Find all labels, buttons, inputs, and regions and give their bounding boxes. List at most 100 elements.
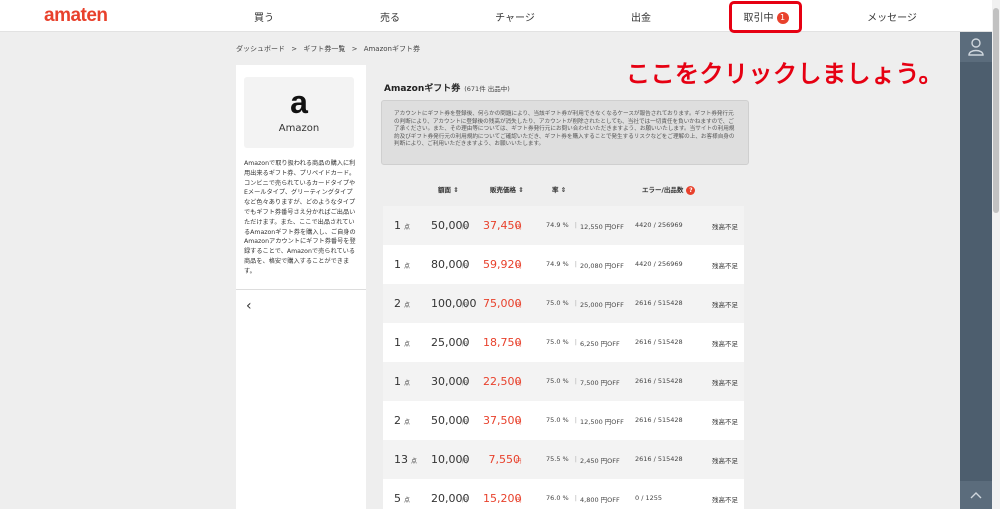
- discount: 2,450 円OFF: [580, 457, 620, 465]
- quantity-unit: 点: [404, 302, 411, 309]
- error-count: 2616 / 515428: [635, 299, 683, 307]
- highlight-box: [729, 1, 802, 33]
- sale-price: 37,500: [483, 414, 522, 427]
- quantity-unit: 点: [404, 497, 411, 504]
- rate: 74.9 % |: [546, 260, 577, 268]
- scrollbar[interactable]: [992, 0, 1000, 509]
- scrollbar-thumb[interactable]: [993, 8, 999, 213]
- error-count: 0 / 1255: [635, 494, 662, 502]
- quantity-value: 1: [394, 219, 401, 232]
- rate: 76.0 % |: [546, 494, 577, 502]
- rate: 75.0 % |: [546, 377, 577, 385]
- rate: 75.0 % |: [546, 416, 577, 424]
- rate-value: 75.0 %: [546, 377, 569, 385]
- status-text: 残高不足: [712, 301, 738, 309]
- product-info-panel: a Amazon Amazonで取り扱われる商品の購入に利用出来るギフト券、プリ…: [236, 65, 366, 509]
- quantity-value: 1: [394, 258, 401, 271]
- listing-row[interactable]: 2 点 50,000 円 37,500 円 75.0 % | 12,500 円OFF 2616 /…: [383, 401, 744, 440]
- breadcrumb-gift-list[interactable]: ギフト券一覧: [303, 45, 345, 53]
- error-count: 4420 / 256969: [635, 221, 683, 229]
- quantity: 1点: [394, 219, 410, 232]
- col-error-label: エラー/出品数: [642, 186, 684, 194]
- top-header: amaten 買う 売る チャージ 出金 取引中 1 メッセージ: [0, 0, 1000, 32]
- page-title-text: Amazonギフト券: [384, 84, 461, 94]
- quantity-unit: 点: [404, 263, 411, 270]
- sale-price: 15,200: [483, 492, 522, 505]
- quantity-value: 1: [394, 336, 401, 349]
- product-name: Amazon: [278, 123, 320, 134]
- quantity: 5点: [394, 492, 410, 505]
- nav-sell[interactable]: 売る: [340, 9, 440, 24]
- price-unit: 円: [516, 303, 522, 309]
- amaten-logo[interactable]: amaten: [44, 5, 108, 27]
- status-text: 残高不足: [712, 418, 738, 426]
- help-icon[interactable]: ?: [686, 186, 696, 195]
- rate-value: 75.5 %: [546, 455, 569, 463]
- user-button[interactable]: [960, 32, 992, 62]
- face-unit: 円: [462, 303, 468, 309]
- error-count: 2616 / 515428: [635, 338, 683, 346]
- status-text: 残高不足: [712, 262, 738, 270]
- nav-messages[interactable]: メッセージ: [842, 9, 942, 24]
- discount: 6,250 円OFF: [580, 340, 620, 348]
- col-face-header[interactable]: 額面 ⇕: [438, 184, 459, 194]
- status-text: 残高不足: [712, 457, 738, 465]
- col-face-label: 額面: [438, 186, 451, 194]
- amazon-logo: a: [290, 84, 308, 120]
- discount: 12,550 円OFF: [580, 223, 624, 231]
- listing-count: (671件 出品中): [464, 85, 510, 93]
- product-card: a Amazon: [244, 77, 354, 148]
- scroll-top-button[interactable]: [960, 481, 992, 509]
- user-icon: [968, 38, 984, 56]
- col-error-header: エラー/出品数?: [642, 184, 696, 195]
- rate: 74.9 % |: [546, 221, 577, 229]
- price-unit: 円: [516, 498, 522, 504]
- quantity: 13 点: [394, 453, 417, 466]
- rate: 75.0 % |: [546, 338, 577, 346]
- quantity: 1点: [394, 375, 410, 388]
- nav-buy[interactable]: 買う: [214, 9, 314, 24]
- sale-price: 75,000: [483, 297, 522, 310]
- quantity: 1点: [394, 336, 410, 349]
- quantity-value: 1: [394, 375, 401, 388]
- rate-value: 75.0 %: [546, 338, 569, 346]
- col-rate-header[interactable]: 率 ⇕: [552, 184, 566, 194]
- quantity-unit: 点: [404, 341, 411, 348]
- nav-withdraw[interactable]: 出金: [591, 9, 691, 24]
- col-price-header[interactable]: 販売価格 ⇕: [490, 184, 524, 194]
- price-unit: 円: [516, 381, 522, 387]
- quantity-unit: 点: [404, 224, 411, 231]
- col-price-label: 販売価格: [490, 186, 516, 194]
- listing-row[interactable]: 13 点 10,000 円 7,550 円 75.5 % | 2,450 円OFF 2616 / …: [383, 440, 744, 479]
- sale-price: 59,920: [483, 258, 522, 271]
- discount: 4,800 円OFF: [580, 496, 620, 504]
- divider: [236, 289, 366, 290]
- listing-row[interactable]: 1 点 50,000 円 37,450 円 74.9 % | 12,550 円OFF 4420 /…: [383, 206, 744, 245]
- sale-price: 7,550: [488, 453, 521, 466]
- listing-row[interactable]: 5 点 20,000 円 15,200 円 76.0 % | 4,800 円OFF 0 / 125…: [383, 479, 744, 509]
- nav-charge[interactable]: チャージ: [465, 9, 565, 24]
- col-rate-label: 率: [552, 186, 559, 194]
- quantity-unit: 点: [411, 458, 418, 465]
- breadcrumb-dashboard[interactable]: ダッシュボード: [236, 45, 285, 53]
- discount: 7,500 円OFF: [580, 379, 620, 387]
- quantity-unit: 点: [404, 419, 411, 426]
- sale-price: 22,500: [483, 375, 522, 388]
- breadcrumb-current: Amazonギフト券: [363, 45, 420, 53]
- status-text: 残高不足: [712, 340, 738, 348]
- back-arrow-icon[interactable]: ‹: [246, 298, 252, 314]
- error-count: 2616 / 515428: [635, 377, 683, 385]
- breadcrumb-separator: >: [351, 45, 358, 53]
- rate-value: 74.9 %: [546, 221, 569, 229]
- discount: 25,000 円OFF: [580, 301, 624, 309]
- face-unit: 円: [462, 342, 468, 348]
- sale-price: 18,750: [483, 336, 522, 349]
- tutorial-annotation: ここをクリックしましょう。: [626, 60, 944, 88]
- discount: 20,080 円OFF: [580, 262, 624, 270]
- quantity: 1点: [394, 258, 410, 271]
- product-description: Amazonで取り扱われる商品の購入に利用出来るギフト券、プリペイドカード。コン…: [244, 160, 356, 275]
- listing-row[interactable]: 1 点 30,000 円 22,500 円 75.0 % | 7,500 円OFF 2616 / …: [383, 362, 744, 401]
- listing-row[interactable]: 2 点 100,000 円 75,000 円 75.0 % | 25,000 円OFF 2616 …: [383, 284, 744, 323]
- listing-row[interactable]: 1 点 80,000 円 59,920 円 74.9 % | 20,080 円OFF 4420 /…: [383, 245, 744, 284]
- listing-row[interactable]: 1 点 25,000 円 18,750 円 75.0 % | 6,250 円OFF 2616 / …: [383, 323, 744, 362]
